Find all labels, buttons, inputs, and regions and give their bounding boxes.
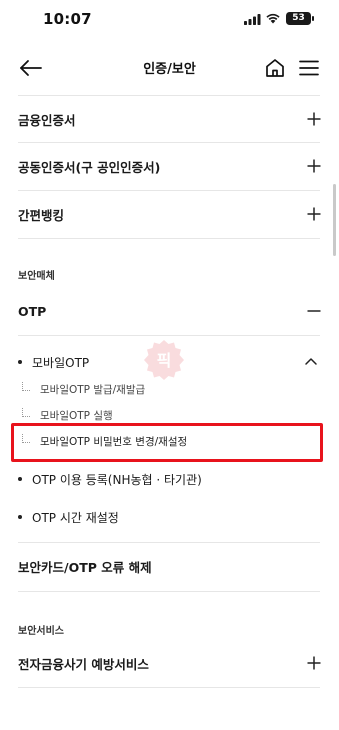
status-time: 10:07 (43, 10, 92, 28)
menu-item-label: 공동인증서(구 공인인증서) (18, 159, 161, 175)
battery-cap (312, 16, 314, 21)
divider (18, 687, 320, 688)
plus-icon (307, 207, 321, 221)
section-title-security-service: 보안서비스 (18, 626, 64, 637)
plus-icon (307, 656, 321, 670)
menu-item-label: 전자금융사기 예방서비스 (18, 656, 149, 672)
menu-item-label: 보안카드/OTP 오류 해제 (18, 559, 152, 575)
divider (18, 591, 320, 592)
menu-item-joint-certificate[interactable]: 공동인증서(구 공인인증서) (18, 143, 322, 189)
submenu-item-label: 모바일OTP 실행 (40, 410, 113, 422)
submenu-otp-time-reset[interactable]: OTP 시간 재설정 (18, 509, 322, 525)
submenu-item-label: 모바일OTP 발급/재발급 (40, 384, 146, 396)
home-icon[interactable] (263, 56, 287, 80)
menu-item-label: OTP (18, 303, 47, 319)
plus-icon (307, 159, 321, 173)
chevron-up-icon (305, 358, 317, 365)
scrollbar[interactable] (333, 184, 336, 256)
submenu-label: OTP 이용 등록(NH농협 · 타기관) (32, 472, 202, 487)
plus-icon (307, 112, 321, 126)
bullet-dot (18, 360, 22, 364)
menu-item-label: 간편뱅킹 (18, 207, 65, 223)
battery-icon: 53 (286, 12, 311, 25)
watermark-text: 픽 (157, 351, 172, 370)
divider (18, 335, 320, 336)
page-title: 인증/보안 (143, 62, 196, 77)
battery-level: 53 (292, 13, 305, 23)
tree-branch (22, 408, 30, 417)
menu-item-security-card-error[interactable]: 보안카드/OTP 오류 해제 (18, 543, 322, 589)
highlight-box (11, 423, 323, 462)
menu-item-fraud-prevention[interactable]: 전자금융사기 예방서비스 (18, 640, 322, 686)
section-title-security-media: 보안매체 (18, 271, 55, 282)
submenu-item-mobile-otp-issue[interactable]: 모바일OTP 발급/재발급 (22, 382, 145, 397)
watermark-logo: 픽 (144, 340, 184, 380)
menu-item-otp[interactable]: OTP (18, 288, 322, 334)
tree-branch (22, 382, 30, 391)
submenu-label: 모바일OTP (32, 355, 90, 370)
submenu-item-mobile-otp-run[interactable]: 모바일OTP 실행 (22, 408, 113, 423)
divider (18, 238, 320, 239)
wifi-icon (266, 13, 280, 24)
menu-item-label: 금융인증서 (18, 112, 76, 128)
menu-item-simple-banking[interactable]: 간편뱅킹 (18, 191, 322, 237)
hamburger-menu-icon[interactable] (297, 56, 321, 80)
cellular-signal-icon (244, 14, 261, 25)
menu-item-financial-certificate[interactable]: 금융인증서 (18, 96, 322, 142)
bullet-dot (18, 515, 22, 519)
minus-icon (307, 310, 321, 312)
submenu-otp-register[interactable]: OTP 이용 등록(NH농협 · 타기관) (18, 471, 322, 487)
submenu-label: OTP 시간 재설정 (32, 510, 119, 525)
bullet-dot (18, 477, 22, 481)
status-bar: 10:07 53 (0, 0, 339, 40)
app-header: 인증/보안 (0, 44, 339, 92)
